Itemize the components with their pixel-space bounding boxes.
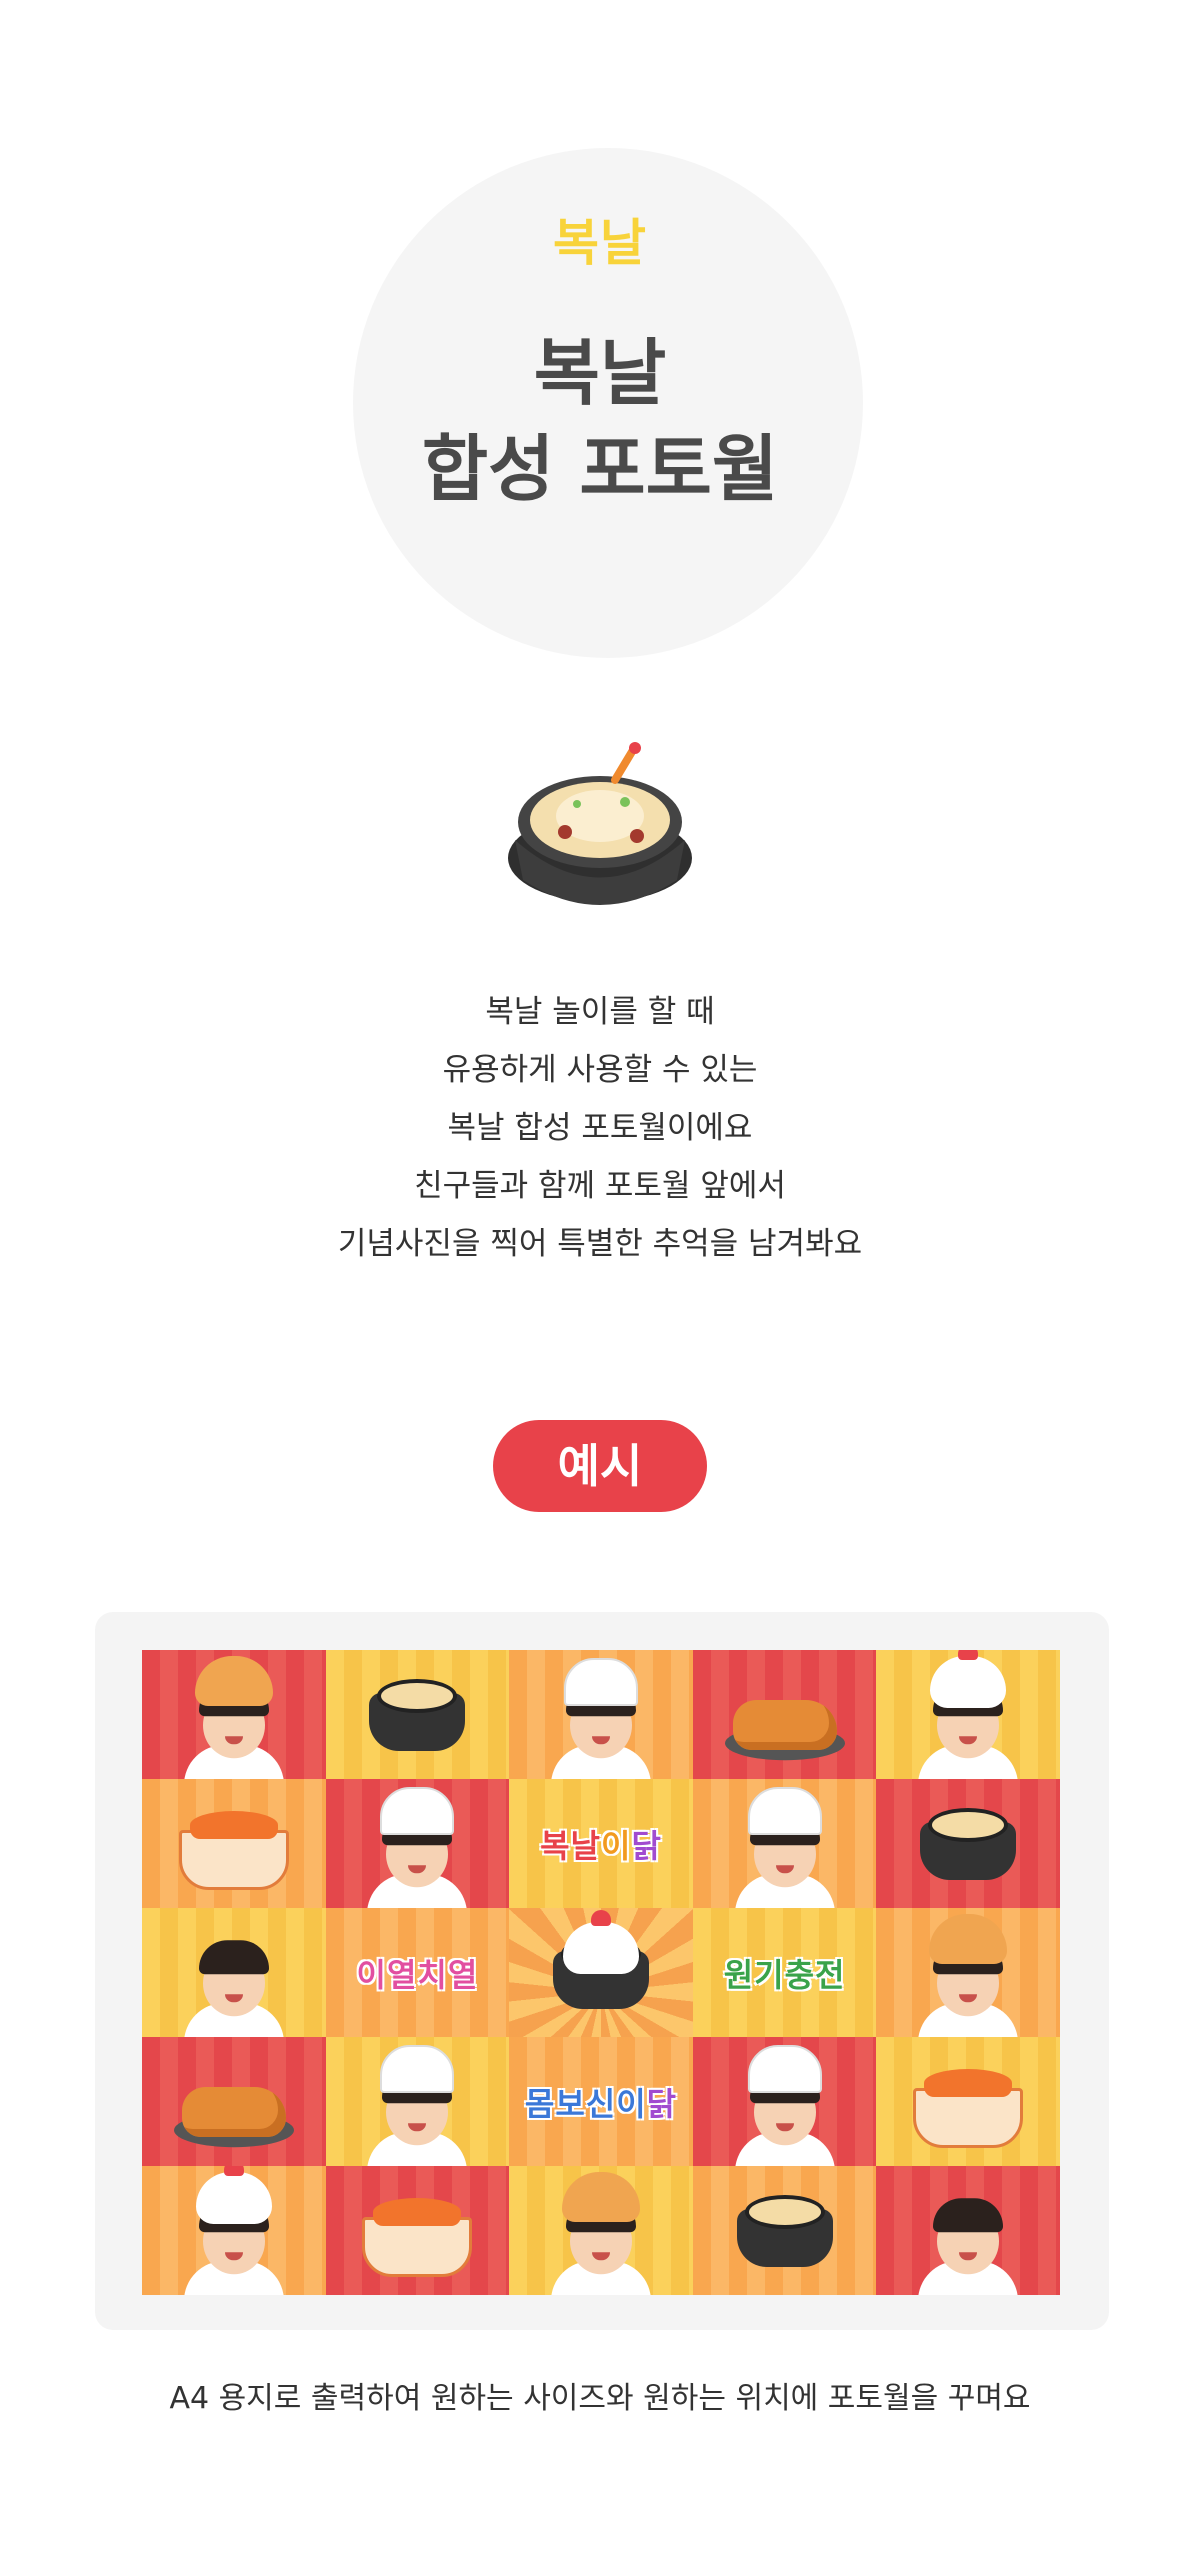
tile-child-chef: [692, 2037, 877, 2166]
tile-fried-chicken-bucket: [876, 2037, 1060, 2166]
chef-hat: [380, 1787, 455, 1835]
tile-child-drumstick-hat: [876, 1908, 1060, 2037]
description-line: 유용하게 사용할 수 있는: [442, 1052, 758, 1088]
tile-word-mombosin-dak: 몸보신이닭: [509, 2037, 693, 2166]
chicken-hat: [195, 2166, 272, 2224]
example-badge: 예시: [493, 1420, 707, 1512]
title-line-2: 합성 포토월: [421, 427, 779, 511]
tile-child-carrot-hat: [142, 1908, 326, 2037]
tile-samgyetang: [692, 2166, 877, 2295]
wall-word: 원기충전: [723, 1955, 846, 1994]
drumstick-hat: [561, 2172, 640, 2222]
description-line: 복날 놀이를 할 때: [485, 994, 715, 1030]
roast-chicken-illustration: [181, 2086, 286, 2137]
tile-child-chef: [509, 1650, 693, 1779]
tile-roast-chicken: [142, 2037, 326, 2166]
tile-child-chef: [692, 1779, 877, 1908]
chef-hat: [747, 1787, 822, 1835]
hero-tag: 복날: [553, 214, 647, 272]
tile-word-iyeolchiyeol: 이열치열: [325, 1908, 510, 2037]
tile-child-chicken-hat: [142, 2166, 326, 2295]
description-line: 복날 합성 포토월이에요: [447, 1110, 753, 1146]
tile-child-chef: [325, 2037, 510, 2166]
tile-samgyetang: [325, 1650, 510, 1779]
chicken-bucket-illustration: [362, 2197, 473, 2277]
samgyetang-illustration: [369, 1679, 466, 1752]
chicken-hat: [930, 1650, 1007, 1708]
wall-word: 복날이닭: [540, 1826, 662, 1865]
samgyetang-illustration: [920, 1808, 1017, 1881]
description-line: 친구들과 함께 포토월 앞에서: [414, 1168, 786, 1204]
chef-hat: [380, 2045, 455, 2093]
tile-child-chicken-hat: [876, 1650, 1060, 1779]
description: 복날 놀이를 할 때 유용하게 사용할 수 있는 복날 합성 포토월이에요 친구…: [0, 983, 1200, 1273]
tile-child-carrot-hat: [876, 2166, 1060, 2295]
chicken-bucket-illustration: [913, 2068, 1024, 2148]
chef-hat: [563, 1658, 638, 1706]
tile-center-chicken: [509, 1908, 693, 2037]
photo-wall-image: 복날이닭 이열치열 원기충전 몸보신이닭: [142, 1650, 1060, 2295]
wall-word: 이열치열: [356, 1955, 479, 1994]
child-face: [198, 1940, 269, 2017]
tile-fried-chicken-bucket: [325, 2166, 510, 2295]
wall-word: 몸보신이닭: [524, 2084, 678, 2123]
child-face: [933, 2198, 1004, 2275]
drumstick-hat: [194, 1656, 273, 1706]
caption: A4 용지로 출력하여 원하는 사이즈와 원하는 위치에 포토월을 꾸며요: [169, 2381, 1031, 2416]
tile-child-drumstick-hat: [142, 1650, 326, 1779]
tile-word-boknal-dak: 복날이닭: [509, 1779, 693, 1908]
title-line-1: 복날: [533, 331, 667, 415]
drumstick-hat: [929, 1914, 1008, 1964]
chicken-bucket-illustration: [178, 1810, 289, 1890]
chicken-character: [562, 1910, 639, 1974]
tile-child-chef: [325, 1779, 510, 1908]
tile-word-wongichungjeon: 원기충전: [692, 1908, 877, 2037]
samgyetang-pot-icon: [508, 742, 692, 905]
description-line: 기념사진을 찍어 특별한 추억을 남겨봐요: [337, 1226, 863, 1262]
roast-chicken-illustration: [732, 1699, 837, 1750]
tile-samgyetang: [876, 1779, 1060, 1908]
tile-child-drumstick-hat: [509, 2166, 693, 2295]
tile-fried-chicken-bucket: [142, 1779, 326, 1908]
page-title: 복날 합성 포토월: [0, 325, 1200, 517]
chef-hat: [747, 2045, 822, 2093]
samgyetang-illustration: [736, 2195, 833, 2268]
tile-roast-chicken: [692, 1650, 877, 1779]
